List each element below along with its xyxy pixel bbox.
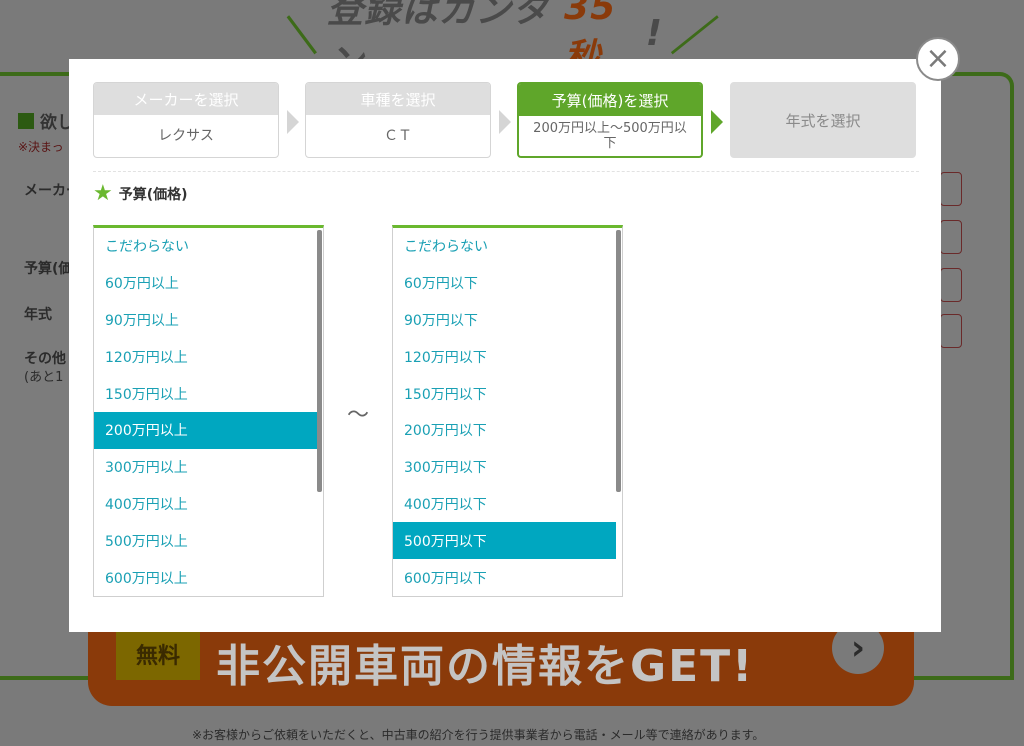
list-item-selected[interactable]: 200万円以上 [94,411,317,449]
step-maker-title: メーカーを選択 [94,83,278,115]
list-item[interactable]: 90万円以上 [94,302,317,339]
step-budget[interactable]: 予算(価格)を選択 200万円以上〜500万円以下 [517,82,703,158]
square-icon [18,112,34,129]
list-item[interactable]: 300万円以下 [393,449,616,486]
background-select-box [940,268,962,302]
list-item[interactable]: こだわらない [94,228,317,265]
chevron-right-icon [711,110,723,134]
list-item-selected[interactable]: 500万円以下 [393,522,616,560]
list-item[interactable]: 120万円以下 [393,338,616,375]
step-maker[interactable]: メーカーを選択 レクサス [93,82,279,158]
slash-decoration-left: ＼ [278,14,319,60]
list-item[interactable]: 400万円以下 [393,486,616,523]
banner-title-end: ! [645,12,663,54]
chevron-right-icon [287,110,299,134]
budget-max-list[interactable]: こだわらない 60万円以下 90万円以下 120万円以下 150万円以下 200… [392,225,623,597]
background-heading: 欲し [18,108,74,133]
budget-min-list[interactable]: こだわらない 60万円以上 90万円以上 120万円以上 150万円以上 200… [93,225,324,597]
close-icon: × [925,41,951,76]
step-indicator: メーカーを選択 レクサス 車種を選択 ＣＴ 予算(価格)を選択 200万円以上〜… [93,82,919,160]
background-label-year: 年式 [24,307,52,323]
cta-text: 非公開車両の情報をGET! [216,641,755,692]
star-icon: ★ [93,181,113,206]
step-budget-title: 予算(価格)を選択 [519,84,701,116]
slash-decoration-right: ／ [671,14,712,60]
background-select-box [940,314,962,348]
free-badge: 無料 [116,628,200,680]
budget-select-modal: メーカーを選択 レクサス 車種を選択 ＣＴ 予算(価格)を選択 200万円以上〜… [69,59,941,632]
list-item[interactable]: 600万円以下 [393,559,616,596]
list-item[interactable]: こだわらない [393,228,616,265]
close-button[interactable]: × [916,37,960,81]
scrollbar[interactable] [317,230,322,492]
list-item[interactable]: 150万円以下 [393,375,616,412]
list-item[interactable]: 90万円以下 [393,302,616,339]
step-model-value: ＣＴ [384,127,412,144]
banner-title: ＼ 登録はカンタン 35秒 ! ／ [270,0,720,83]
step-maker-value: レクサス [158,127,214,144]
step-model-title: 車種を選択 [306,83,490,115]
section-title: ★ 予算(価格) [93,183,188,205]
list-item[interactable]: 120万円以上 [94,338,317,375]
divider [93,171,919,172]
chevron-right-icon [499,110,511,134]
background-select-box [940,172,962,206]
step-budget-value: 200万円以上〜500万円以下 [533,121,687,151]
background-sub-label: (あと1 [24,370,64,385]
list-item[interactable]: 60万円以上 [94,265,317,302]
range-separator: 〜 [347,403,370,428]
background-select-box [940,220,962,254]
list-item[interactable]: 500万円以上 [94,522,317,559]
list-item[interactable]: 150万円以上 [94,375,317,412]
list-item[interactable]: 400万円以上 [94,486,317,523]
list-item[interactable]: 300万円以上 [94,449,317,486]
footer-note: ※お客様からご依頼をいただくと、中古車の紹介を行う提供事業者から電話・メール等で… [192,728,765,742]
background-label-other: その他 [24,351,66,367]
list-item[interactable]: 60万円以下 [393,265,616,302]
background-note: ※決まっ [18,140,64,154]
list-item[interactable]: 600万円以上 [94,559,317,596]
scrollbar[interactable] [616,230,621,492]
step-year[interactable]: 年式を選択 [730,82,916,158]
step-model[interactable]: 車種を選択 ＣＴ [305,82,491,158]
background-label-budget: 予算(価 [24,261,73,277]
section-title-text: 予算(価格) [118,187,188,203]
step-year-title: 年式を選択 [785,111,861,130]
list-item[interactable]: 200万円以下 [393,412,616,449]
